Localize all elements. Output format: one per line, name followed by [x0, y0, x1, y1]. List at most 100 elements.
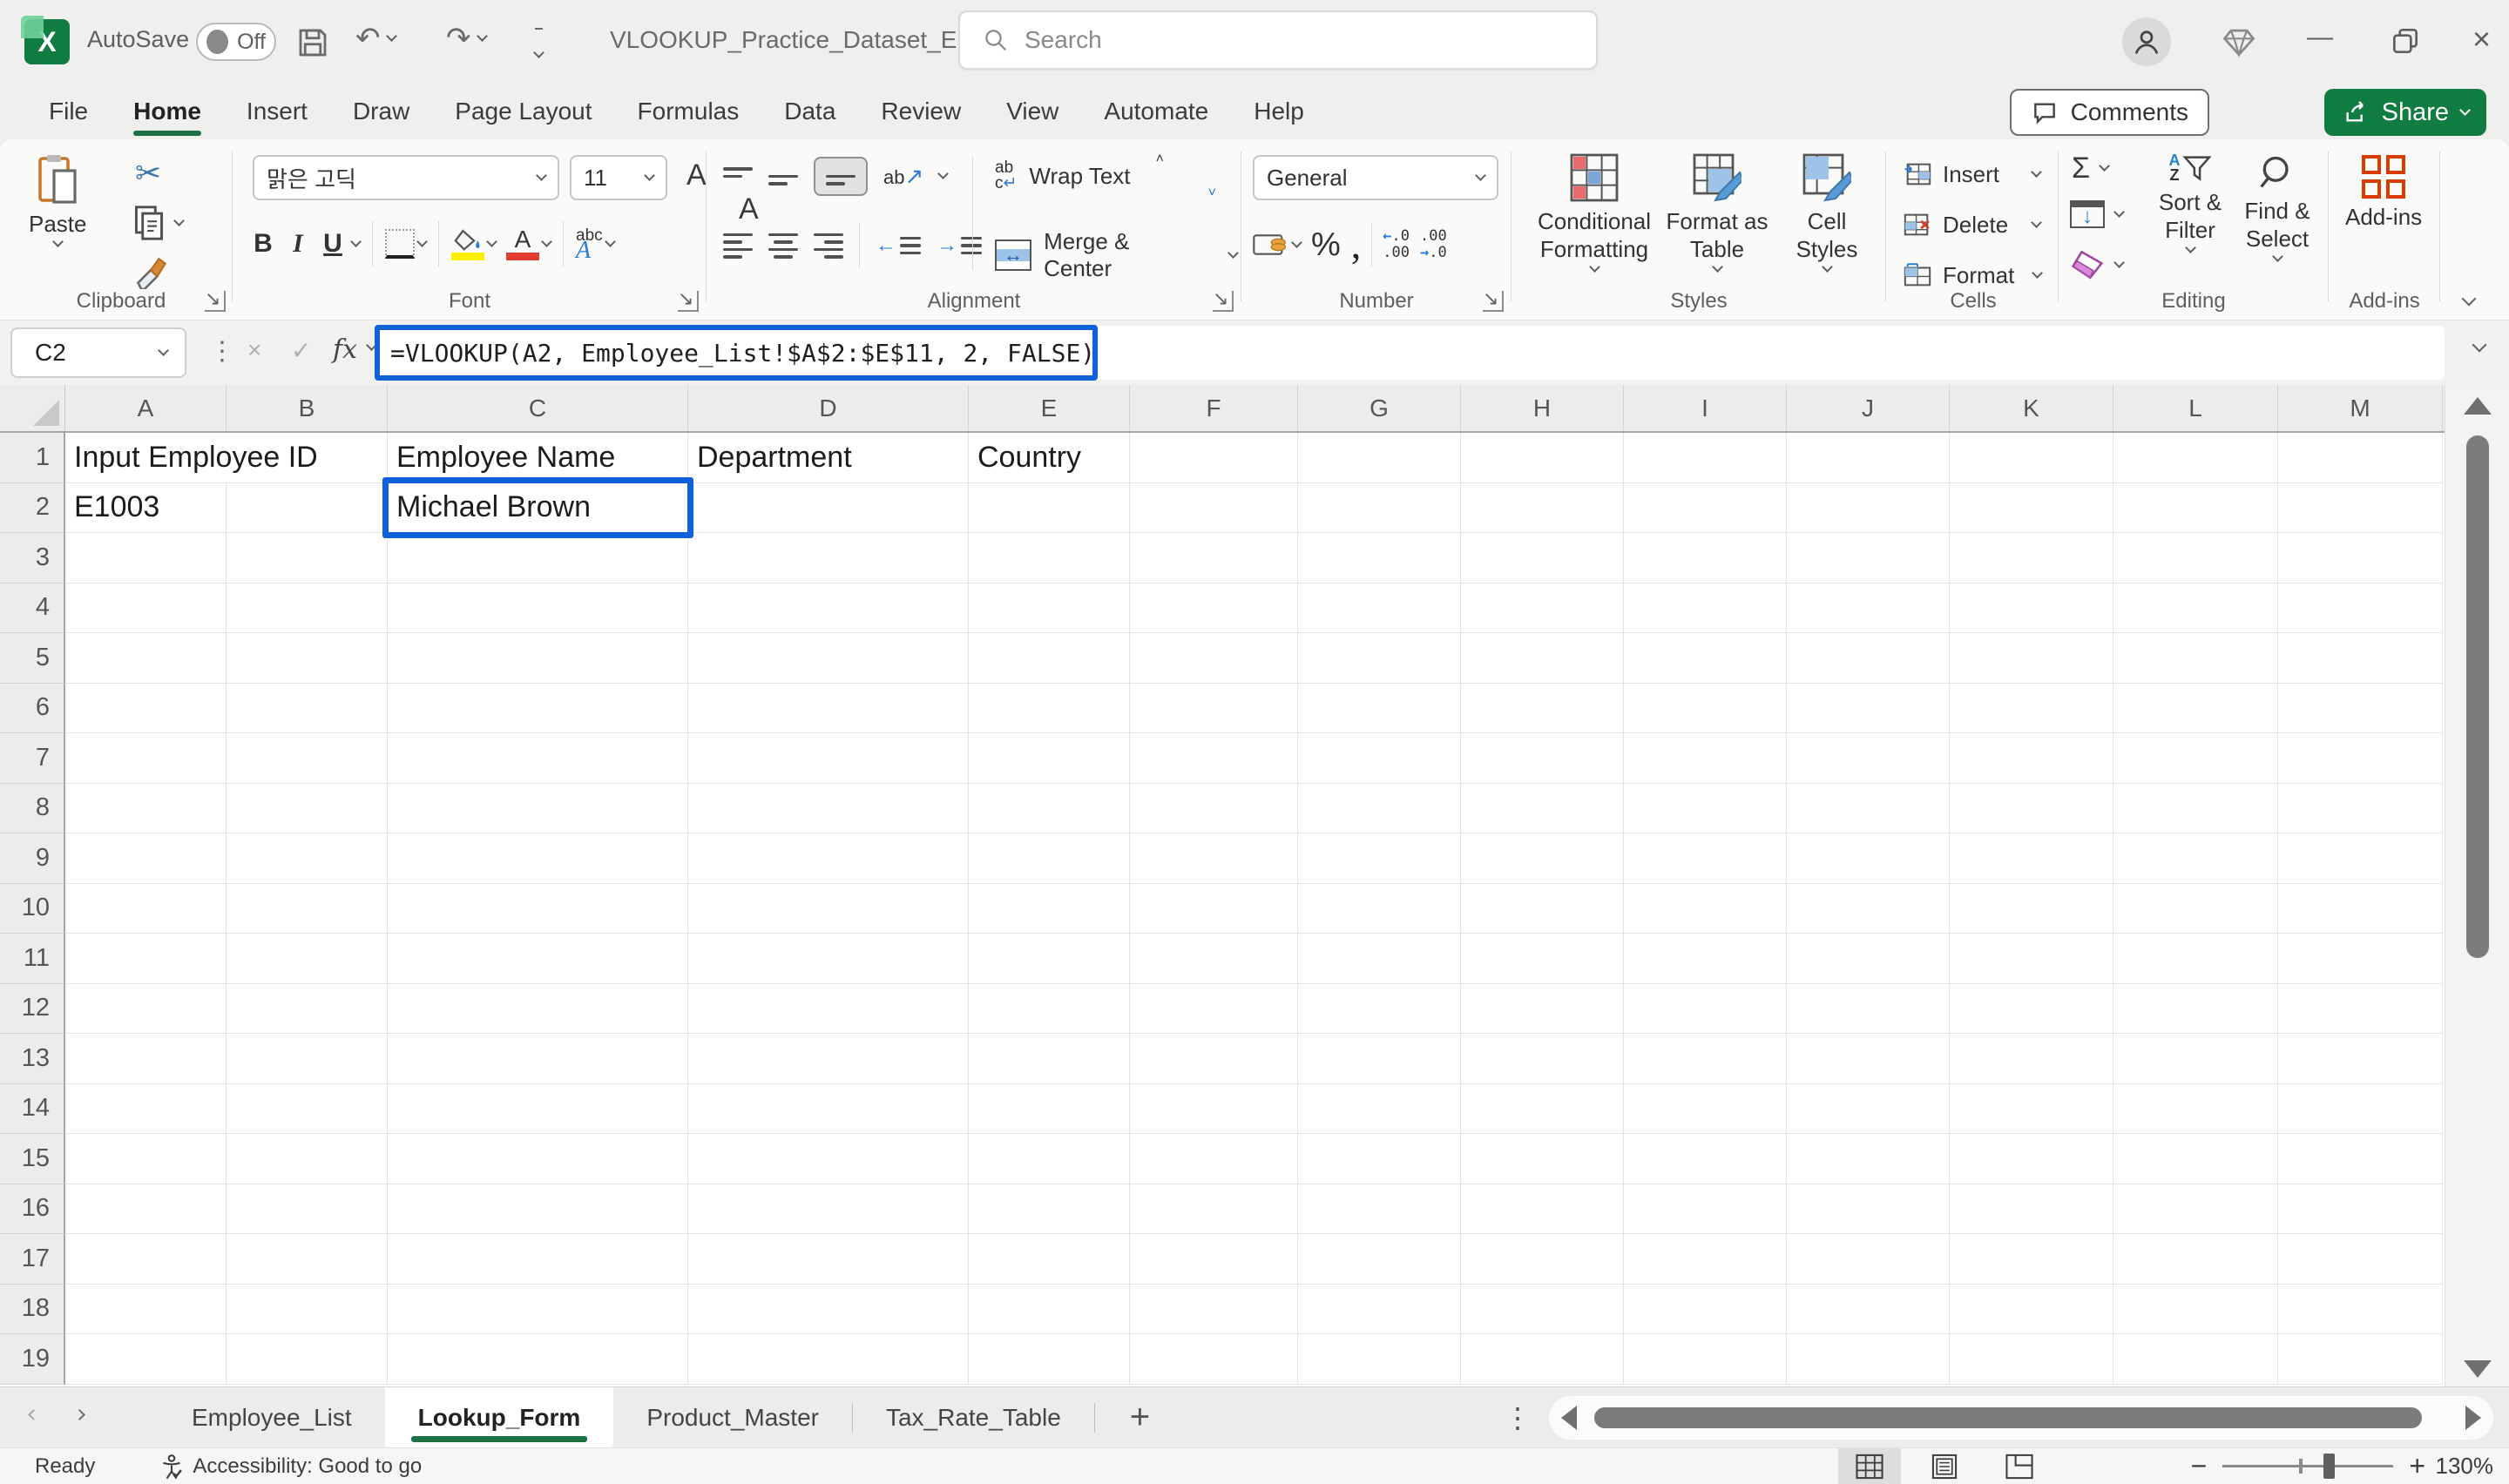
cell-M13[interactable]: [2278, 1034, 2443, 1084]
cell-G4[interactable]: [1298, 583, 1461, 634]
font-color-chevron-icon[interactable]: [541, 236, 552, 247]
select-all-corner[interactable]: [0, 385, 65, 431]
cut-icon[interactable]: ✂: [135, 155, 161, 192]
cell-E6[interactable]: [969, 684, 1130, 734]
font-name-select[interactable]: 맑은 고딕: [253, 155, 559, 200]
cell-C1[interactable]: Employee Name: [388, 433, 688, 483]
cell-M18[interactable]: [2278, 1285, 2443, 1335]
cell-E19[interactable]: [969, 1334, 1130, 1385]
row-header-19[interactable]: 19: [0, 1334, 65, 1385]
cell-G15[interactable]: [1298, 1134, 1461, 1184]
row-header-10[interactable]: 10: [0, 884, 65, 934]
cell-H18[interactable]: [1461, 1285, 1624, 1335]
merge-center-button[interactable]: ↔ Merge & Center: [995, 228, 1237, 282]
sheet-tab-lookup-form[interactable]: Lookup_Form: [385, 1387, 614, 1448]
cell-M14[interactable]: [2278, 1084, 2443, 1135]
name-box[interactable]: C2: [10, 327, 186, 378]
cell-J7[interactable]: [1787, 733, 1950, 784]
cell-D17[interactable]: [688, 1234, 969, 1285]
cell-K9[interactable]: [1950, 833, 2113, 884]
add-sheet-button[interactable]: +: [1130, 1398, 1150, 1437]
share-button[interactable]: Share: [2324, 89, 2486, 136]
restore-button[interactable]: [2389, 24, 2422, 57]
cell-G5[interactable]: [1298, 633, 1461, 684]
row-header-9[interactable]: 9: [0, 833, 65, 884]
cell-I19[interactable]: [1624, 1334, 1787, 1385]
scroll-left-arrow-icon[interactable]: [1561, 1406, 1577, 1430]
column-header-D[interactable]: D: [688, 385, 969, 431]
column-header-C[interactable]: C: [388, 385, 688, 431]
cell-B18[interactable]: [227, 1285, 388, 1335]
cell-H12[interactable]: [1461, 984, 1624, 1035]
premium-gem-icon[interactable]: [2220, 23, 2258, 61]
cell-A19[interactable]: [65, 1334, 227, 1385]
cell-D16[interactable]: [688, 1184, 969, 1235]
cell-B12[interactable]: [227, 984, 388, 1035]
scroll-right-arrow-icon[interactable]: [2465, 1406, 2481, 1430]
cell-F14[interactable]: [1130, 1084, 1298, 1135]
cell-A1[interactable]: Input Employee ID: [65, 433, 227, 483]
cell-H13[interactable]: [1461, 1034, 1624, 1084]
cell-D9[interactable]: [688, 833, 969, 884]
cell-A9[interactable]: [65, 833, 227, 884]
align-top-button[interactable]: [723, 167, 753, 186]
cell-H16[interactable]: [1461, 1184, 1624, 1235]
accessibility-status[interactable]: Accessibility: Good to go: [193, 1454, 422, 1479]
cell-J18[interactable]: [1787, 1285, 1950, 1335]
cell-I14[interactable]: [1624, 1084, 1787, 1135]
cell-B19[interactable]: [227, 1334, 388, 1385]
cell-K12[interactable]: [1950, 984, 2113, 1035]
cell-F16[interactable]: [1130, 1184, 1298, 1235]
cell-B2[interactable]: [227, 483, 388, 534]
sheet-tab-tax-rate-table[interactable]: Tax_Rate_Table: [853, 1387, 1094, 1448]
cell-K18[interactable]: [1950, 1285, 2113, 1335]
row-header-13[interactable]: 13: [0, 1034, 65, 1084]
cell-L9[interactable]: [2113, 833, 2278, 884]
undo-chevron-icon[interactable]: [386, 30, 397, 42]
row-header-16[interactable]: 16: [0, 1184, 65, 1235]
cell-A16[interactable]: [65, 1184, 227, 1235]
cell-M5[interactable]: [2278, 633, 2443, 684]
cell-E13[interactable]: [969, 1034, 1130, 1084]
save-icon[interactable]: [294, 24, 331, 61]
page-break-preview-button[interactable]: [1988, 1448, 2051, 1484]
column-header-B[interactable]: B: [227, 385, 388, 431]
number-dialog-launcher[interactable]: ↘: [1483, 291, 1504, 312]
accounting-format-button[interactable]: [1253, 232, 1301, 258]
cell-D2[interactable]: [688, 483, 969, 534]
row-header-6[interactable]: 6: [0, 684, 65, 734]
cell-B16[interactable]: [227, 1184, 388, 1235]
cell-G7[interactable]: [1298, 733, 1461, 784]
tab-draw[interactable]: Draw: [353, 84, 409, 139]
cell-D13[interactable]: [688, 1034, 969, 1084]
cell-E15[interactable]: [969, 1134, 1130, 1184]
undo-button[interactable]: ↶: [355, 21, 396, 56]
redo-chevron-icon[interactable]: [477, 30, 488, 42]
cell-F19[interactable]: [1130, 1334, 1298, 1385]
cell-M8[interactable]: [2278, 784, 2443, 834]
cell-A12[interactable]: [65, 984, 227, 1035]
comments-button[interactable]: Comments: [2010, 89, 2209, 136]
cell-A2[interactable]: E1003: [65, 483, 227, 534]
row-header-15[interactable]: 15: [0, 1134, 65, 1184]
cell-K17[interactable]: [1950, 1234, 2113, 1285]
bold-button[interactable]: B: [247, 229, 279, 259]
sheet-tab-product-master[interactable]: Product_Master: [613, 1387, 852, 1448]
column-header-F[interactable]: F: [1130, 385, 1298, 431]
cell-I4[interactable]: [1624, 583, 1787, 634]
cell-M2[interactable]: [2278, 483, 2443, 534]
cell-G8[interactable]: [1298, 784, 1461, 834]
scroll-down-arrow-icon[interactable]: [2464, 1360, 2492, 1378]
find-select-button[interactable]: Find & Select: [2234, 153, 2321, 260]
cell-K4[interactable]: [1950, 583, 2113, 634]
sheet-nav-prev-icon[interactable]: [28, 1409, 39, 1420]
cell-I12[interactable]: [1624, 984, 1787, 1035]
cell-A18[interactable]: [65, 1285, 227, 1335]
cell-E1[interactable]: Country: [969, 433, 1130, 483]
cell-L10[interactable]: [2113, 884, 2278, 934]
cell-L19[interactable]: [2113, 1334, 2278, 1385]
cell-L8[interactable]: [2113, 784, 2278, 834]
cell-F11[interactable]: [1130, 934, 1298, 984]
cell-D6[interactable]: [688, 684, 969, 734]
cell-G12[interactable]: [1298, 984, 1461, 1035]
